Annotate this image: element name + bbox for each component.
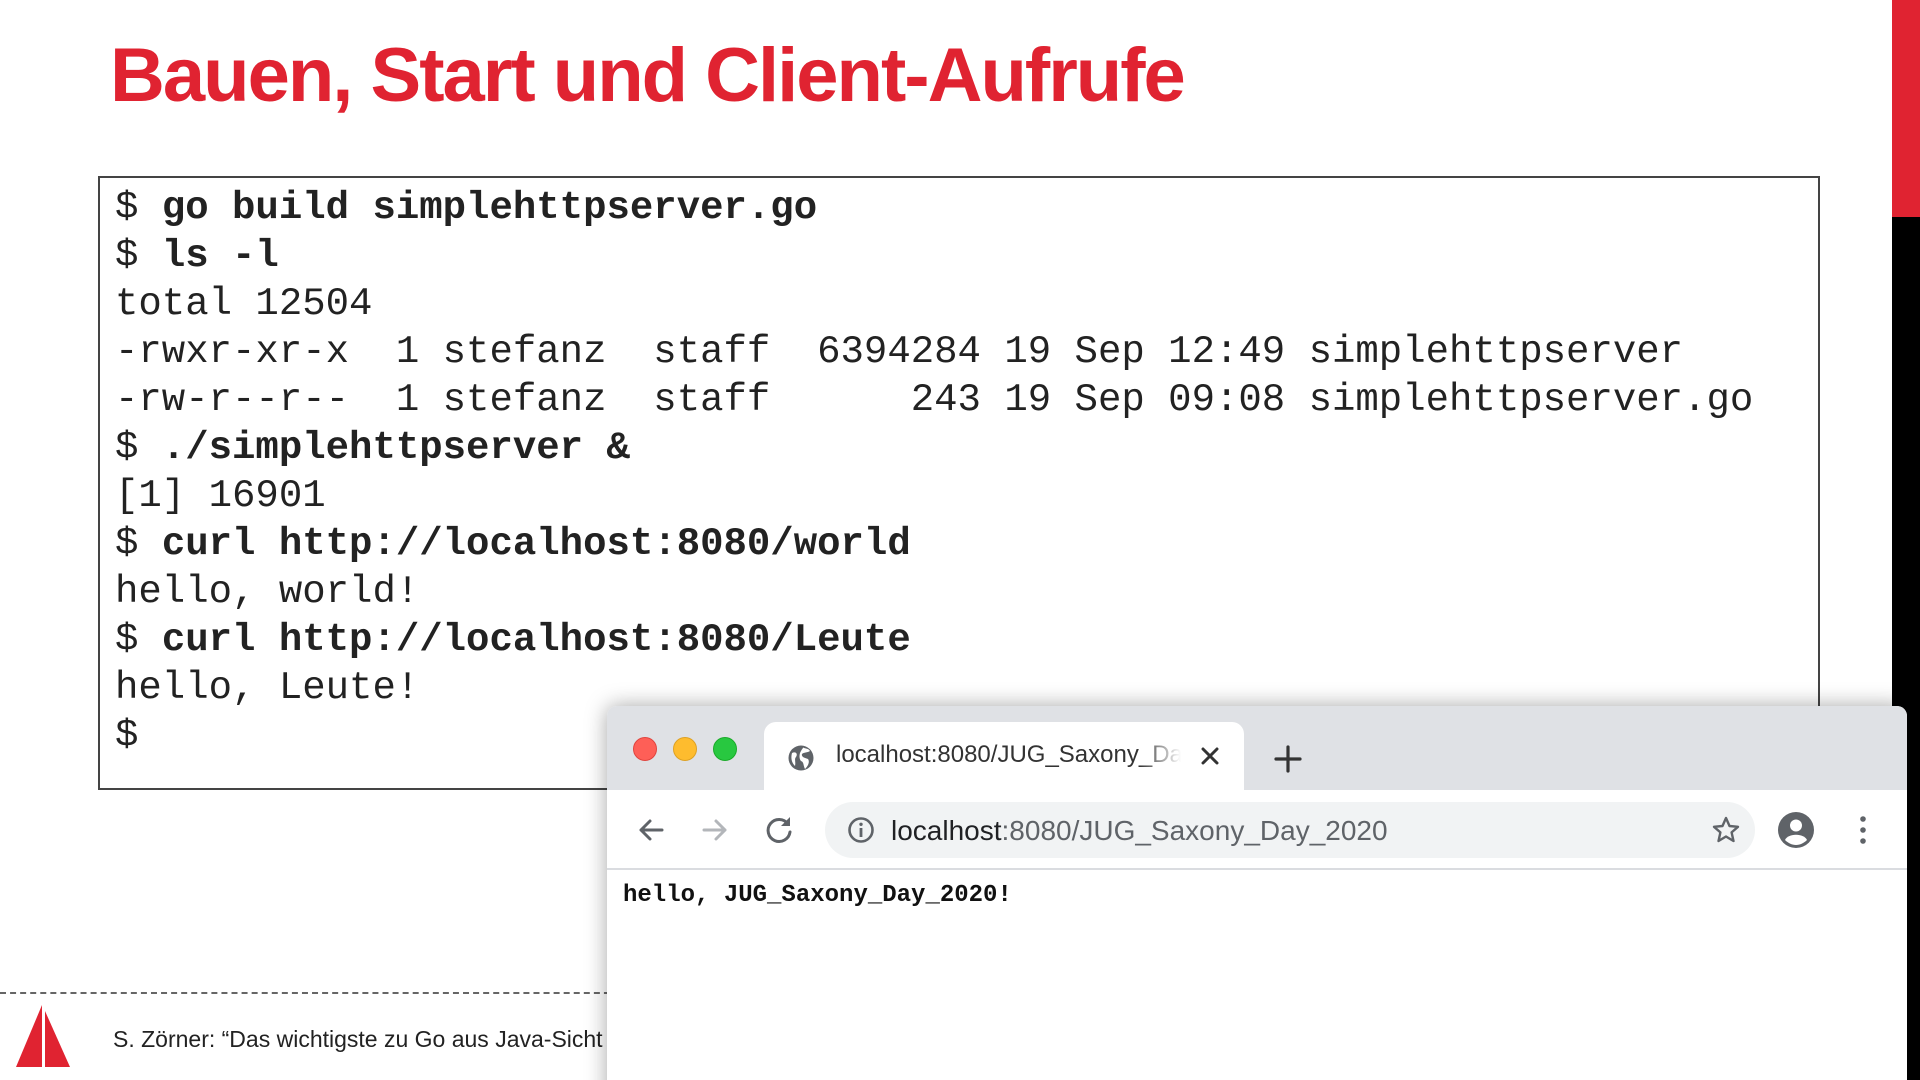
slide-title: Bauen, Start und Client-Aufrufe [110,33,1186,118]
reload-icon[interactable] [761,812,797,848]
browser-window: localhost:8080/JUG_Saxony_Day_2020 [607,706,1907,1080]
accent-bar-red [1892,0,1920,217]
close-icon[interactable] [1196,742,1224,770]
window-zoom-button[interactable] [713,737,737,761]
shell-prompt: $ [115,618,162,662]
plus-icon[interactable] [1272,743,1304,775]
terminal-command: curl http://localhost:8080/Leute [161,618,911,662]
shell-prompt: $ [115,234,162,278]
terminal-line: hello, world! [115,568,1818,616]
arrow-left-icon[interactable] [633,812,669,848]
terminal-output: hello, world! [115,570,420,614]
sail-logo-icon [16,1005,70,1067]
globe-icon [788,745,814,771]
browser-toolbar: localhost:8080/JUG_Saxony_Day_2020 [607,790,1907,870]
terminal-line: $ curl http://localhost:8080/world [115,520,1818,568]
star-icon[interactable] [1711,815,1741,845]
terminal-command: curl http://localhost:8080/world [161,522,911,566]
terminal-line: $ ls -l [115,232,1818,280]
shell-prompt: $ [115,186,162,230]
tab-title: localhost:8080/JUG_Saxony_Day_2020 [836,741,1181,768]
footer-divider [0,992,620,994]
terminal-line: total 12504 [115,280,1818,328]
shell-prompt: $ [115,714,139,758]
terminal-output: [1] 16901 [115,474,326,518]
terminal-output: total 12504 [115,282,373,326]
tab-strip: localhost:8080/JUG_Saxony_Day_2020 [607,706,1907,790]
url-host: localhost [891,815,1002,846]
account-icon[interactable] [1777,811,1815,849]
terminal-line: -rw-r--r-- 1 stefanz staff 243 19 Sep 09… [115,376,1818,424]
terminal-line: -rwxr-xr-x 1 stefanz staff 6394284 19 Se… [115,328,1818,376]
more-vert-icon[interactable] [1855,812,1871,848]
terminal-output: -rwxr-xr-x 1 stefanz staff 6394284 19 Se… [115,330,1684,374]
terminal-line: [1] 16901 [115,472,1818,520]
arrow-right-icon[interactable] [697,812,733,848]
tab-localhost[interactable]: localhost:8080/JUG_Saxony_Day_2020 [764,722,1244,790]
terminal-command: ./simplehttpserver & [161,426,630,470]
footer-citation: S. Zörner: “Das wichtigste zu Go aus Jav… [113,1026,603,1052]
address-bar[interactable]: localhost:8080/JUG_Saxony_Day_2020 [825,802,1755,858]
presentation-slide: Bauen, Start und Client-Aufrufe $ go bui… [0,0,1920,1080]
window-minimize-button[interactable] [673,737,697,761]
terminal-line: $ go build simplehttpserver.go [115,184,1818,232]
url-text[interactable]: localhost:8080/JUG_Saxony_Day_2020 [891,815,1388,847]
shell-prompt: $ [115,426,162,470]
terminal-output-box: $ go build simplehttpserver.go $ ls -l t… [98,176,1820,790]
shell-prompt: $ [115,522,162,566]
terminal-output: hello, Leute! [115,666,420,710]
url-path: :8080/JUG_Saxony_Day_2020 [1001,815,1388,846]
page-body-text: hello, JUG_Saxony_Day_2020! [623,882,1012,909]
terminal-output: -rw-r--r-- 1 stefanz staff 243 19 Sep 09… [115,378,1754,422]
terminal-line: $ curl http://localhost:8080/Leute [115,616,1818,664]
terminal-command: go build simplehttpserver.go [161,186,818,230]
info-icon[interactable] [847,816,875,844]
terminal-line: hello, Leute! [115,664,1818,712]
window-close-button[interactable] [633,737,657,761]
terminal-line: $ ./simplehttpserver & [115,424,1818,472]
terminal-command: ls -l [161,234,279,278]
